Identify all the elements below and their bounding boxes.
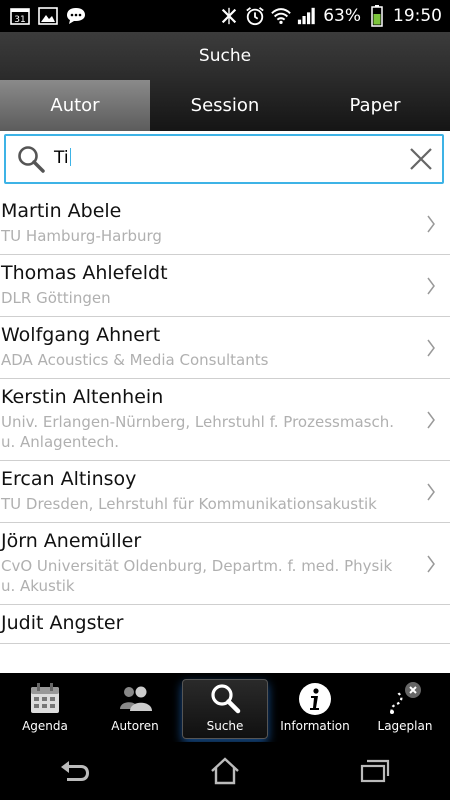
author-name: Judit Angster xyxy=(1,612,124,634)
search-area: Ti xyxy=(0,131,450,187)
author-name: Thomas Ahlefeldt xyxy=(1,262,168,284)
list-item[interactable]: Thomas Ahlefeldt DLR Göttingen xyxy=(0,255,450,317)
nav-information[interactable]: Information xyxy=(270,673,360,742)
svg-text:31: 31 xyxy=(14,15,25,25)
page-title: Suche xyxy=(198,46,252,66)
nav-suche[interactable]: Suche xyxy=(180,673,270,742)
signal-icon xyxy=(297,6,317,26)
chat-notification-icon xyxy=(66,6,86,26)
nav-label: Information xyxy=(280,719,350,733)
nav-agenda[interactable]: Agenda xyxy=(0,673,90,742)
author-affiliation: TU Hamburg-Harburg xyxy=(1,227,162,245)
chevron-right-icon xyxy=(427,277,435,294)
tab-paper[interactable]: Paper xyxy=(300,80,450,131)
nav-label: Lageplan xyxy=(377,719,433,733)
clock-time: 19:50 xyxy=(393,6,442,26)
nav-lageplan[interactable]: Lageplan xyxy=(360,673,450,742)
info-icon xyxy=(299,683,331,715)
list-item[interactable]: Kerstin Altenhein Univ. Erlangen-Nürnber… xyxy=(0,379,450,461)
search-icon xyxy=(16,144,46,174)
author-affiliation: Univ. Erlangen-Nürnberg, Lehrstuhl f. Pr… xyxy=(1,413,394,451)
image-notification-icon xyxy=(38,6,58,26)
author-affiliation: CvO Universität Oldenburg, Departm. f. m… xyxy=(1,557,393,595)
author-name: Ercan Altinsoy xyxy=(1,468,137,490)
system-nav-bar xyxy=(0,742,450,800)
chevron-right-icon xyxy=(427,411,435,428)
bottom-navigation: Agenda Autoren Suche Information Lagepla… xyxy=(0,673,450,742)
back-icon[interactable] xyxy=(55,756,95,786)
nav-label: Agenda xyxy=(22,719,68,733)
map-route-icon xyxy=(390,682,421,714)
people-icon xyxy=(120,686,152,711)
tab-session[interactable]: Session xyxy=(150,80,300,131)
author-name: Kerstin Altenhein xyxy=(1,386,164,408)
tab-bar: Autor Session Paper xyxy=(0,80,450,131)
list-item[interactable]: Wolfgang Ahnert ADA Acoustics & Media Co… xyxy=(0,317,450,379)
author-affiliation: DLR Göttingen xyxy=(1,289,111,307)
list-item[interactable]: Martin Abele TU Hamburg-Harburg xyxy=(0,193,450,255)
battery-icon xyxy=(367,5,387,27)
list-item[interactable]: Jörn Anemüller CvO Universität Oldenburg… xyxy=(0,523,450,605)
battery-percent: 63% xyxy=(323,6,361,26)
status-bar: 31 63% 19:50 xyxy=(0,0,450,32)
nav-label: Autoren xyxy=(111,719,159,733)
search-value: Ti xyxy=(54,148,69,168)
chevron-right-icon xyxy=(427,555,435,572)
search-input[interactable]: Ti xyxy=(4,134,444,184)
nfc-off-icon xyxy=(219,6,239,26)
author-name: Wolfgang Ahnert xyxy=(1,324,161,346)
search-icon xyxy=(211,684,241,714)
close-icon[interactable] xyxy=(408,146,434,172)
author-name: Martin Abele xyxy=(1,200,122,222)
calendar-icon xyxy=(31,683,59,713)
list-item[interactable]: Judit Angster xyxy=(0,605,450,644)
alarm-icon xyxy=(245,6,265,26)
author-affiliation: TU Dresden, Lehrstuhl für Kommunikations… xyxy=(1,495,377,513)
page-title-bar: Suche xyxy=(0,32,450,80)
chevron-right-icon xyxy=(427,483,435,500)
nav-autoren[interactable]: Autoren xyxy=(90,673,180,742)
nav-label: Suche xyxy=(206,719,244,733)
author-list: Martin Abele TU Hamburg-Harburg Thomas A… xyxy=(0,193,450,673)
chevron-right-icon xyxy=(427,339,435,356)
tab-autor[interactable]: Autor xyxy=(0,80,150,131)
recent-apps-icon[interactable] xyxy=(355,756,395,786)
author-affiliation: ADA Acoustics & Media Consultants xyxy=(1,351,269,369)
wifi-icon xyxy=(271,6,292,26)
list-item[interactable]: Ercan Altinsoy TU Dresden, Lehrstuhl für… xyxy=(0,461,450,523)
calendar-notification-icon: 31 xyxy=(10,6,30,26)
author-name: Jörn Anemüller xyxy=(1,530,142,552)
text-cursor xyxy=(69,148,71,166)
home-icon[interactable] xyxy=(205,756,245,786)
chevron-right-icon xyxy=(427,215,435,232)
